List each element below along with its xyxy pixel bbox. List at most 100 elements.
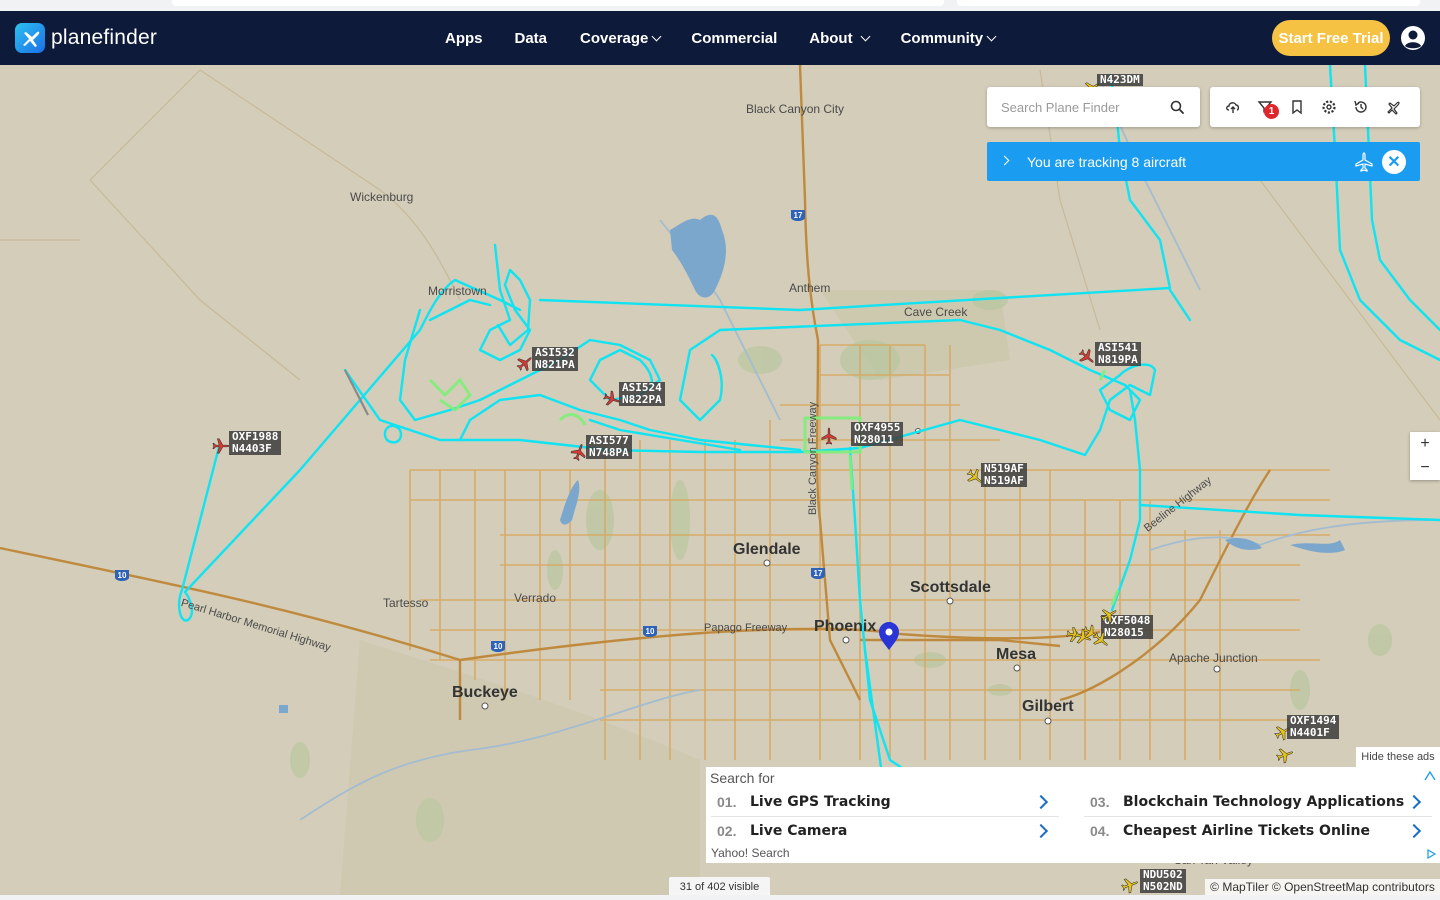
place-label: Anthem (789, 281, 831, 295)
place-label: Phoenix (814, 618, 877, 635)
aircraft-label[interactable]: NDU502 N502ND (1140, 869, 1186, 893)
aircraft-label[interactable]: OXF1988 N4403F (229, 431, 282, 455)
ad-footer: Yahoo! Search (711, 846, 790, 860)
aircraft-marker-icon[interactable] (820, 427, 838, 445)
chevron-right-icon[interactable] (999, 155, 1010, 166)
ad-heading: Search for (710, 770, 775, 786)
nav-data-label: Data (514, 29, 548, 47)
visible-aircraft-count: 31 of 402 visible (669, 877, 770, 897)
aircraft-marker-icon[interactable] (1078, 348, 1096, 366)
chevron-right-icon[interactable] (1033, 823, 1049, 839)
nav-apps[interactable]: Apps (445, 30, 483, 47)
chevron-right-icon[interactable] (1406, 794, 1422, 810)
user-account-icon[interactable] (1400, 25, 1426, 51)
adchoices-icon[interactable] (1424, 771, 1436, 781)
place-label: Scottsdale (910, 579, 991, 596)
road-label: Papago Freeway (704, 622, 788, 634)
aircraft-label[interactable]: ASI541 N819PA (1095, 342, 1141, 366)
start-free-trial-button[interactable]: Start Free Trial (1272, 20, 1390, 56)
ad-item-number: 04. (1090, 823, 1110, 839)
nav-commercial[interactable]: Commercial (691, 30, 777, 47)
aircraft-marker-icon[interactable] (1276, 746, 1294, 764)
aircraft-marker-icon[interactable] (1092, 631, 1110, 649)
history-icon[interactable] (1353, 99, 1369, 115)
zoom-controls: + − (1410, 432, 1440, 480)
nav-coverage-label: Coverage (580, 29, 649, 47)
top-navigation-bar: planefinder Apps Data Coverage Commercia… (0, 11, 1440, 65)
aircraft-registration: N4401F (1290, 726, 1330, 739)
ad-item-number: 01. (717, 794, 737, 810)
aircraft-label[interactable]: OXF1494 N4401F (1287, 715, 1340, 739)
close-tracking-button[interactable]: ✕ (1382, 150, 1406, 174)
ad-info-icon[interactable] (1426, 849, 1436, 859)
chevron-down-icon (860, 31, 871, 41)
aircraft-label[interactable]: ASI532 N821PA (532, 347, 578, 371)
ad-panel: Search for 01. Live GPS Tracking 02. Liv… (706, 767, 1440, 863)
ad-item[interactable]: 02. Live Camera (717, 818, 847, 844)
nav-community[interactable]: Community (901, 30, 997, 47)
place-label: Apache Junction (1169, 651, 1258, 665)
aircraft-registration: N821PA (535, 358, 575, 371)
aircraft-registration: N28011 (854, 433, 894, 446)
ad-divider (711, 816, 1059, 817)
logo-plane-icon (15, 23, 45, 53)
zoom-in-button[interactable]: + (1410, 432, 1440, 456)
search-input[interactable] (1001, 97, 1161, 117)
aircraft-label[interactable]: N519AF N519AF (981, 463, 1027, 487)
ad-item-label: Cheapest Airline Tickets Online (1123, 823, 1370, 839)
aircraft-callsign: N423DM (1100, 73, 1140, 86)
aircraft-marker-icon[interactable] (1100, 606, 1118, 624)
bookmark-icon[interactable] (1289, 99, 1305, 115)
search-icon[interactable] (1170, 100, 1184, 114)
place-label: Verrado (514, 591, 557, 605)
aircraft-registration: N4403F (232, 442, 272, 455)
map-toolbar (1210, 87, 1420, 127)
hide-ads-link[interactable]: Hide these ads (1356, 747, 1440, 767)
aircraft-marker-icon[interactable] (212, 437, 230, 455)
ad-item-number: 03. (1090, 794, 1110, 810)
brand-name: planefinder (51, 26, 158, 49)
ad-item[interactable]: 03. Blockchain Technology Applications (1090, 789, 1404, 815)
nav-apps-label: Apps (445, 29, 483, 47)
zoom-out-button[interactable]: − (1410, 456, 1440, 480)
browser-bottom-strip (0, 895, 1440, 900)
place-label: Cave Creek (904, 305, 968, 319)
ad-item-label: Blockchain Technology Applications (1123, 794, 1405, 810)
nav-about[interactable]: About (809, 29, 871, 47)
alert-count-badge: 1 (1264, 104, 1279, 119)
svg-text:17: 17 (794, 211, 803, 220)
flights-icon[interactable] (1385, 99, 1401, 115)
ad-item[interactable]: 04. Cheapest Airline Tickets Online (1090, 818, 1370, 844)
chevron-down-icon (986, 31, 997, 41)
map-attribution[interactable]: © MapTiler © OpenStreetMap contributors (1205, 879, 1440, 895)
cloud-upload-icon[interactable] (1225, 99, 1241, 115)
place-label: Glendale (733, 541, 801, 558)
ad-item-label: Live Camera (750, 823, 848, 839)
aircraft-marker-icon[interactable] (1074, 628, 1092, 646)
aircraft-registration: N819PA (1098, 353, 1138, 366)
ad-item-label: Live GPS Tracking (750, 794, 891, 810)
settings-icon[interactable] (1321, 99, 1337, 115)
nav-data[interactable]: Data (515, 30, 548, 47)
chevron-right-icon[interactable] (1033, 794, 1049, 810)
chevron-right-icon[interactable] (1406, 823, 1422, 839)
browser-top-strip (0, 0, 1440, 11)
place-label: Buckeye (452, 684, 518, 701)
aircraft-registration: N748PA (589, 446, 629, 459)
nav-coverage[interactable]: Coverage (580, 29, 662, 47)
aircraft-label[interactable]: N423DM (1097, 74, 1143, 86)
aircraft-registration: N822PA (622, 393, 662, 406)
aircraft-label[interactable]: ASI577 N748PA (586, 435, 632, 459)
plane-outline-icon (1355, 152, 1373, 172)
aircraft-label[interactable]: OXF4955 N28011 (851, 422, 904, 446)
svg-text:10: 10 (494, 642, 503, 651)
place-label: Black Canyon City (746, 102, 845, 116)
nav-about-label: About (809, 29, 853, 47)
tracking-bar[interactable]: You are tracking 8 aircraft ✕ (987, 142, 1420, 181)
aircraft-marker-icon[interactable] (1121, 876, 1139, 894)
aircraft-label[interactable]: ASI524 N822PA (619, 382, 665, 406)
tracking-text: You are tracking 8 aircraft (1027, 154, 1187, 170)
planefinder-logo[interactable]: planefinder (15, 23, 157, 53)
place-label: Gilbert (1022, 698, 1074, 715)
ad-item[interactable]: 01. Live GPS Tracking (717, 789, 891, 815)
